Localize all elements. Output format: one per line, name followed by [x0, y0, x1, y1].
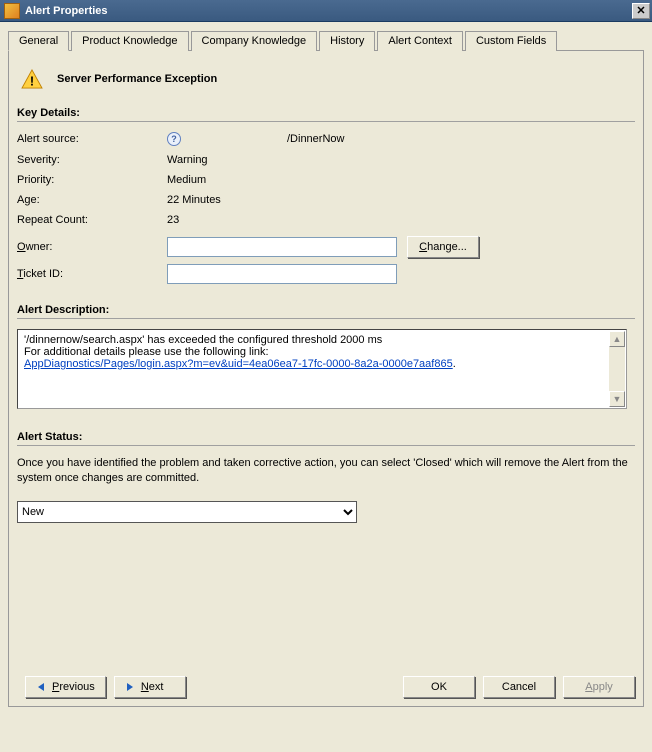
- alert-description-heading: Alert Description:: [17, 304, 635, 316]
- value-repeat-count: 23: [167, 214, 635, 226]
- owner-row: Owner: Change...: [17, 236, 635, 258]
- label-priority: Priority:: [17, 174, 167, 186]
- value-alert-source: /DinnerNow: [287, 133, 635, 145]
- ticket-id-row: Ticket ID:: [17, 264, 635, 284]
- arrow-left-icon: [36, 682, 46, 692]
- tab-history[interactable]: History: [319, 31, 375, 51]
- description-link[interactable]: AppDiagnostics/Pages/login.aspx?m=ev&uid…: [24, 358, 453, 370]
- help-icon-cell: ?: [167, 132, 287, 146]
- label-age: Age:: [17, 194, 167, 206]
- help-icon[interactable]: ?: [167, 132, 181, 146]
- arrow-right-icon: [125, 682, 135, 692]
- value-severity: Warning: [167, 154, 635, 166]
- tab-content: ! Server Performance Exception Key Detai…: [8, 51, 644, 707]
- alert-description-box: '/dinnernow/search.aspx' has exceeded th…: [17, 329, 627, 409]
- tab-general[interactable]: General: [8, 31, 69, 51]
- divider: [17, 121, 635, 122]
- close-button[interactable]: ✕: [632, 3, 650, 19]
- scroll-down-arrow[interactable]: ▼: [609, 391, 625, 407]
- window-title: Alert Properties: [25, 5, 632, 17]
- svg-text:!: !: [30, 73, 34, 88]
- description-line1: '/dinnernow/search.aspx' has exceeded th…: [24, 334, 620, 346]
- key-details-grid: Alert source: ? /DinnerNow Severity: War…: [17, 132, 635, 226]
- tab-strip: General Product Knowledge Company Knowle…: [8, 30, 644, 51]
- previous-button[interactable]: Previous: [25, 676, 106, 698]
- description-scrollbar[interactable]: ▲ ▼: [609, 331, 625, 407]
- scroll-track[interactable]: [609, 347, 625, 391]
- tab-company-knowledge[interactable]: Company Knowledge: [191, 31, 318, 51]
- dialog-footer: Previous Next OK Cancel Apply: [17, 676, 635, 698]
- owner-input[interactable]: [167, 237, 397, 257]
- label-alert-source: Alert source:: [17, 133, 167, 145]
- cancel-button[interactable]: Cancel: [483, 676, 555, 698]
- label-owner: Owner:: [17, 241, 167, 253]
- label-ticket-id: Ticket ID:: [17, 268, 167, 280]
- label-repeat-count: Repeat Count:: [17, 214, 167, 226]
- tab-product-knowledge[interactable]: Product Knowledge: [71, 31, 188, 51]
- divider: [17, 318, 635, 319]
- apply-button[interactable]: Apply: [563, 676, 635, 698]
- warning-icon: !: [21, 69, 43, 89]
- alert-title: Server Performance Exception: [57, 73, 217, 85]
- change-button[interactable]: Change...: [407, 236, 479, 258]
- alert-status-select[interactable]: New: [17, 501, 357, 523]
- alert-header: ! Server Performance Exception: [21, 69, 635, 89]
- tab-custom-fields[interactable]: Custom Fields: [465, 31, 557, 51]
- label-severity: Severity:: [17, 154, 167, 166]
- alert-status-heading: Alert Status:: [17, 431, 635, 443]
- description-line2: For additional details please use the fo…: [24, 346, 620, 358]
- tab-alert-context[interactable]: Alert Context: [377, 31, 463, 51]
- alert-status-help: Once you have identified the problem and…: [17, 456, 635, 487]
- next-button[interactable]: Next: [114, 676, 186, 698]
- app-icon: [4, 3, 20, 19]
- value-age: 22 Minutes: [167, 194, 635, 206]
- title-bar: Alert Properties ✕: [0, 0, 652, 22]
- key-details-heading: Key Details:: [17, 107, 635, 119]
- ticket-id-input[interactable]: [167, 264, 397, 284]
- scroll-up-arrow[interactable]: ▲: [609, 331, 625, 347]
- divider: [17, 445, 635, 446]
- ok-button[interactable]: OK: [403, 676, 475, 698]
- value-priority: Medium: [167, 174, 635, 186]
